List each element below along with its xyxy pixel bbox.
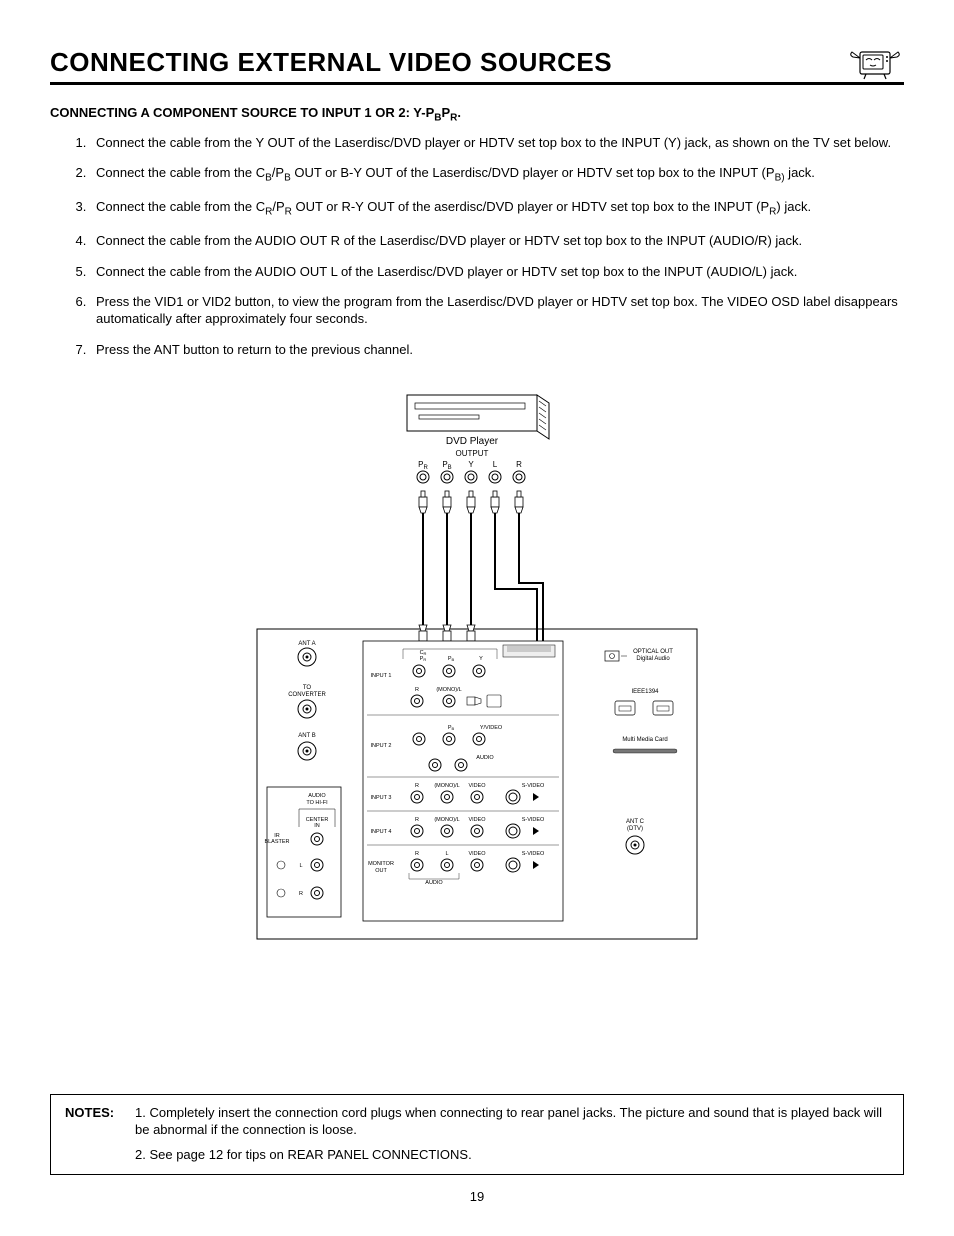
step-5: Connect the cable from the AUDIO OUT L o… bbox=[90, 264, 904, 281]
svg-text:S-VIDEO: S-VIDEO bbox=[522, 817, 545, 823]
step-4: Connect the cable from the AUDIO OUT R o… bbox=[90, 233, 904, 250]
svg-text:IEEE1394: IEEE1394 bbox=[631, 689, 659, 695]
svg-text:(MONO)/L: (MONO)/L bbox=[434, 817, 459, 823]
notes-box: NOTES: 1. Completely insert the connecti… bbox=[50, 1094, 904, 1175]
svg-text:OPTICAL OUT: OPTICAL OUT bbox=[633, 649, 673, 655]
sub: R bbox=[285, 207, 292, 218]
subhead-sub-b: B bbox=[434, 113, 441, 124]
svg-text:ANT C: ANT C bbox=[626, 819, 645, 825]
svg-text:L: L bbox=[445, 851, 448, 857]
page-title: CONNECTING EXTERNAL VIDEO SOURCES bbox=[50, 46, 846, 80]
panel-left-box: AUDIO TO HI-FI CENTER IN IR BLASTER L R bbox=[264, 787, 341, 917]
step-text: Connect the cable from the Y OUT of the … bbox=[96, 135, 891, 150]
svg-text:ANT A: ANT A bbox=[298, 641, 315, 647]
svg-text:(DTV): (DTV) bbox=[627, 826, 643, 832]
dvd-label: DVD Player bbox=[446, 436, 499, 447]
svg-text:PR: PR bbox=[420, 656, 427, 662]
subhead-period: . bbox=[457, 105, 461, 120]
svg-text:Y: Y bbox=[479, 656, 483, 662]
step-text: Press the VID1 or VID2 button, to view t… bbox=[96, 294, 898, 326]
svg-text:R: R bbox=[415, 817, 419, 823]
svg-text:Y/VIDEO: Y/VIDEO bbox=[480, 725, 503, 731]
t: jack. bbox=[785, 165, 815, 180]
diagram-svg: DVD Player OUTPUT PR PB Y L R bbox=[237, 389, 717, 949]
notes-label: NOTES: bbox=[65, 1105, 135, 1164]
svg-text:Y: Y bbox=[468, 460, 474, 469]
step-text: Connect the cable from the AUDIO OUT R o… bbox=[96, 233, 802, 248]
step-6: Press the VID1 or VID2 button, to view t… bbox=[90, 294, 904, 328]
svg-text:INPUT 1: INPUT 1 bbox=[371, 673, 392, 679]
svg-text:BLASTER: BLASTER bbox=[264, 839, 289, 845]
svg-text:R: R bbox=[415, 851, 419, 857]
svg-text:AUDIO: AUDIO bbox=[425, 880, 443, 886]
svg-text:PB: PB bbox=[442, 460, 451, 471]
t: /P bbox=[272, 165, 284, 180]
step-2: Connect the cable from the CB/PB OUT or … bbox=[90, 165, 904, 185]
svg-text:INPUT 4: INPUT 4 bbox=[371, 829, 392, 835]
step-text: Connect the cable from the AUDIO OUT L o… bbox=[96, 264, 797, 279]
note-1: 1. Completely insert the connection cord… bbox=[135, 1105, 889, 1139]
svg-text:S-VIDEO: S-VIDEO bbox=[522, 783, 545, 789]
svg-text:TO HI-FI: TO HI-FI bbox=[306, 800, 328, 806]
svg-text:PR: PR bbox=[418, 460, 428, 471]
svg-text:TO: TO bbox=[303, 685, 312, 691]
page-header: CONNECTING EXTERNAL VIDEO SOURCES bbox=[50, 40, 904, 85]
tv-character-icon bbox=[846, 40, 904, 80]
instruction-list: Connect the cable from the Y OUT of the … bbox=[50, 135, 904, 360]
sub: B bbox=[284, 173, 291, 184]
svg-text:PB: PB bbox=[448, 725, 455, 731]
svg-text:INPUT 2: INPUT 2 bbox=[371, 743, 392, 749]
notes-list: 1. Completely insert the connection cord… bbox=[135, 1105, 889, 1164]
step-text: Press the ANT button to return to the pr… bbox=[96, 342, 413, 357]
svg-text:L: L bbox=[493, 460, 498, 469]
dvd-output-jacks: PR PB Y L R bbox=[417, 460, 525, 483]
step-3: Connect the cable from the CR/PR OUT or … bbox=[90, 199, 904, 219]
section-subhead: CONNECTING A COMPONENT SOURCE TO INPUT 1… bbox=[50, 105, 904, 125]
subhead-p: P bbox=[442, 105, 451, 120]
step-text: Connect the cable from the C bbox=[96, 199, 265, 214]
svg-text:VIDEO: VIDEO bbox=[468, 817, 486, 823]
svg-text:CONVERTER: CONVERTER bbox=[288, 692, 326, 698]
step-1: Connect the cable from the Y OUT of the … bbox=[90, 135, 904, 152]
svg-text:Multi Media Card: Multi Media Card bbox=[622, 737, 667, 743]
t: OUT or B-Y OUT of the Laserdisc/DVD play… bbox=[291, 165, 775, 180]
page-number: 19 bbox=[50, 1189, 904, 1206]
svg-text:VIDEO: VIDEO bbox=[468, 783, 486, 789]
svg-text:AUDIO: AUDIO bbox=[476, 755, 494, 761]
svg-text:ANT B: ANT B bbox=[298, 733, 316, 739]
svg-text:L: L bbox=[299, 863, 302, 869]
step-text: Connect the cable from the C bbox=[96, 165, 265, 180]
svg-text:AUDIO: AUDIO bbox=[308, 793, 326, 799]
connection-diagram: DVD Player OUTPUT PR PB Y L R bbox=[50, 389, 904, 954]
svg-text:(MONO)/L: (MONO)/L bbox=[436, 687, 461, 693]
svg-text:R: R bbox=[415, 687, 419, 693]
t: OUT or R-Y OUT of the aserdisc/DVD playe… bbox=[292, 199, 769, 214]
t: ) jack. bbox=[776, 199, 811, 214]
svg-text:R: R bbox=[516, 460, 522, 469]
svg-text:VIDEO: VIDEO bbox=[468, 851, 486, 857]
svg-text:OUT: OUT bbox=[375, 868, 387, 874]
t: /P bbox=[272, 199, 284, 214]
svg-text:S-VIDEO: S-VIDEO bbox=[522, 851, 545, 857]
sub: B) bbox=[775, 173, 785, 184]
svg-text:R: R bbox=[299, 891, 303, 897]
svg-text:INPUT 3: INPUT 3 bbox=[371, 795, 392, 801]
svg-text:MONITOR: MONITOR bbox=[368, 861, 394, 867]
cable-plugs-top bbox=[419, 491, 523, 513]
svg-text:Digital Audio: Digital Audio bbox=[636, 656, 670, 662]
output-label: OUTPUT bbox=[456, 449, 489, 458]
subhead-text: CONNECTING A COMPONENT SOURCE TO INPUT 1… bbox=[50, 105, 434, 120]
sub: B bbox=[265, 173, 272, 184]
panel-center-block: INPUT 1 CR PR PB Y R (MONO)/L bbox=[363, 641, 563, 921]
svg-text:IN: IN bbox=[314, 823, 320, 829]
step-7: Press the ANT button to return to the pr… bbox=[90, 342, 904, 359]
svg-text:PB: PB bbox=[448, 656, 455, 662]
note-2: 2. See page 12 for tips on REAR PANEL CO… bbox=[135, 1147, 889, 1164]
dvd-player-icon bbox=[407, 395, 549, 439]
svg-text:R: R bbox=[415, 783, 419, 789]
svg-text:(MONO)/L: (MONO)/L bbox=[434, 783, 459, 789]
